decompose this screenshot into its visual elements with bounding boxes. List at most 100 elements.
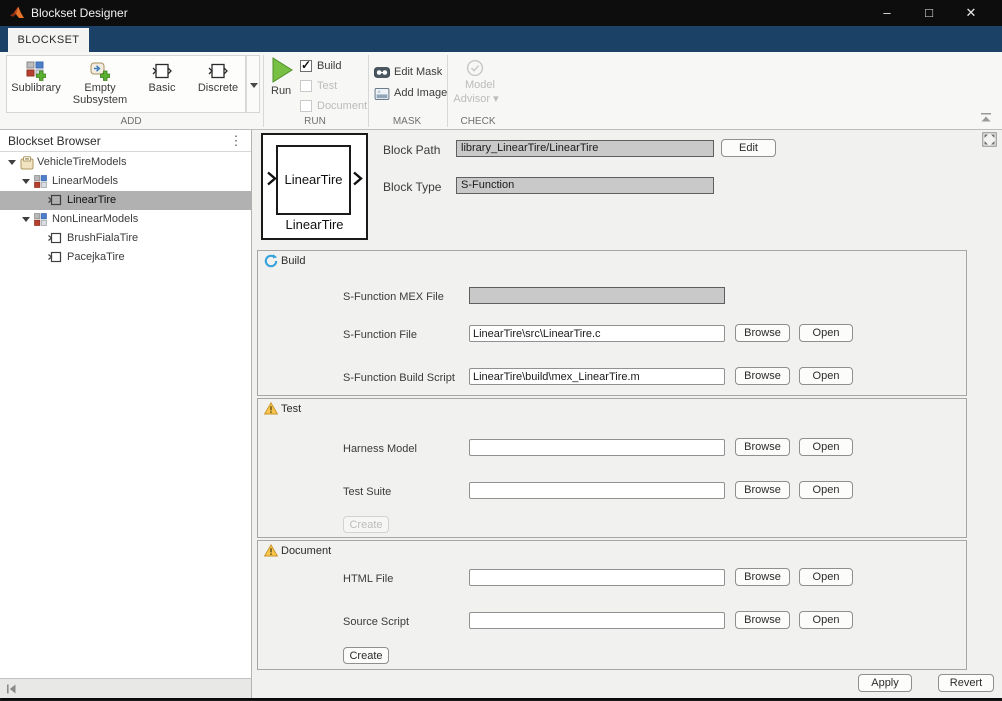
tree-item-linearmodels[interactable]: LinearModels [0,172,252,191]
build-script-label: S-Function Build Script [343,372,455,384]
sublibrary-label: Sublibrary [11,82,61,94]
source-script-label: Source Script [343,616,409,628]
block-preview: LinearTire LinearTire [261,133,368,240]
collapse-panel-icon[interactable] [6,684,17,694]
browser-title: Blockset Browser [8,134,101,148]
tree-item-pacejkatire[interactable]: PacejkaTire [0,248,252,267]
model-advisor-label: Model [459,79,501,91]
tree-item-brushfialatire[interactable]: BrushFialaTire [0,229,252,248]
warning-icon [264,544,278,558]
expander-icon[interactable] [22,217,30,222]
empty-subsystem-label2: Subsystem [73,94,127,106]
html-file-input[interactable] [469,569,725,586]
mex-file-label: S-Function MEX File [343,291,444,303]
warning-icon [264,402,278,416]
block-preview-caption: LinearTire [263,217,366,232]
close-button[interactable]: ✕ [954,0,988,26]
basic-label: Basic [149,82,176,94]
build-script-input[interactable] [469,368,725,385]
test-suite-input[interactable] [469,482,725,499]
build-section-title: Build [281,255,305,267]
block-icon [48,232,62,246]
edit-block-path-button[interactable]: Edit [721,139,776,157]
tree-item-vehicletiremodels[interactable]: VehicleTireModels [0,153,252,172]
source-script-input[interactable] [469,612,725,629]
matlab-logo-icon [9,5,25,21]
tree-item-nonlinearmodels[interactable]: NonLinearModels [0,210,252,229]
html-open-button[interactable]: Open [799,568,853,586]
document-section: Document HTML File Browse Open Source Sc… [257,540,967,670]
test-section: Test Harness Model Browse Open Test Suit… [257,398,967,538]
run-label[interactable]: Run [271,85,291,97]
build-checkbox-label: Build [317,60,341,72]
discrete-block-icon [208,61,228,81]
empty-subsystem-label: Empty [84,82,115,94]
html-browse-button[interactable]: Browse [735,568,790,586]
block-icon [48,194,62,208]
add-empty-subsystem-button[interactable]: Empty Subsystem [65,56,135,114]
test-suite-label: Test Suite [343,486,391,498]
add-gallery: Sublibrary Empty Subsystem [6,55,246,113]
kebab-menu-icon[interactable]: ⋮ [229,133,243,149]
sfunction-file-browse-button[interactable]: Browse [735,324,790,342]
run-group-label: RUN [285,116,345,127]
build-script-open-button[interactable]: Open [799,367,853,385]
sfunction-file-input[interactable] [469,325,725,342]
title-bar: Blockset Designer – □ ✕ [0,0,1002,26]
toolstrip-tab-bar: BLOCKSET [0,26,1002,52]
block-detail-panel: LinearTire LinearTire Block Path library… [253,130,1002,698]
source-open-button[interactable]: Open [799,611,853,629]
run-button[interactable] [271,57,294,83]
ribbon: Sublibrary Empty Subsystem [0,52,1002,130]
harness-model-input[interactable] [469,439,725,456]
empty-subsystem-icon [90,61,110,81]
blockset-designer-window: Blockset Designer – □ ✕ BLOCKSET S [0,0,1002,701]
expander-icon[interactable] [22,179,30,184]
output-port-icon [352,171,362,185]
tab-blockset[interactable]: BLOCKSET [8,28,89,52]
chevron-down-icon [250,83,258,88]
add-sublibrary-button[interactable]: Sublibrary [7,56,65,114]
expander-icon[interactable] [8,160,16,165]
apply-button[interactable]: Apply [858,674,912,692]
block-path-field: library_LinearTire/LinearTire [456,140,714,157]
revert-button[interactable]: Revert [938,674,994,692]
build-section: Build S-Function MEX File S-Function Fil… [257,250,967,396]
build-checkbox[interactable]: ✓ [300,60,312,72]
harness-browse-button[interactable]: Browse [735,438,790,456]
collapse-ribbon-icon [979,112,993,124]
block-type-field: S-Function [456,177,714,194]
test-suite-open-button[interactable]: Open [799,481,853,499]
build-script-browse-button[interactable]: Browse [735,367,790,385]
sfunction-file-open-button[interactable]: Open [799,324,853,342]
tree-item-lineartire[interactable]: LinearTire [0,191,252,210]
minimize-button[interactable]: – [870,0,904,26]
add-basic-button[interactable]: Basic [135,56,189,114]
test-checkbox [300,80,312,92]
minimize-ribbon-button[interactable] [979,112,993,124]
test-suite-browse-button[interactable]: Browse [735,481,790,499]
maximize-button[interactable]: □ [912,0,946,26]
harness-open-button[interactable]: Open [799,438,853,456]
add-image-button[interactable]: Add Image [394,87,447,99]
edit-mask-icon [374,67,390,78]
add-group-label: ADD [66,116,196,127]
document-checkbox-label: Document [317,100,367,112]
gallery-dropdown-button[interactable] [246,55,260,113]
model-advisor-icon [466,59,484,77]
mask-group-label: MASK [377,116,437,127]
add-discrete-button[interactable]: Discrete [189,56,247,114]
library-icon [20,156,34,170]
model-advisor-label2: Advisor ▾ [452,92,500,105]
add-image-icon [374,88,390,100]
edit-mask-button[interactable]: Edit Mask [394,66,442,78]
panel-status-bar [0,678,252,698]
harness-model-label: Harness Model [343,443,417,455]
source-browse-button[interactable]: Browse [735,611,790,629]
maximize-panel-button[interactable] [982,132,997,147]
expand-icon [982,132,997,147]
block-path-label: Block Path [383,143,440,157]
group-divider [263,55,264,127]
create-document-button[interactable]: Create [343,647,389,664]
discrete-label: Discrete [198,82,238,94]
